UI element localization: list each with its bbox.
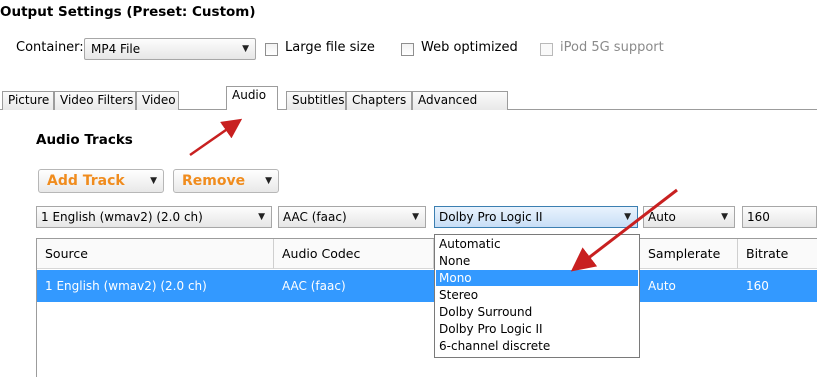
audio-tracks-title: Audio Tracks — [36, 132, 133, 148]
chevron-down-icon: ▼ — [624, 212, 631, 222]
add-track-label: Add Track — [47, 173, 125, 189]
tab-picture[interactable]: Picture — [2, 91, 54, 110]
mixdown-option-mono[interactable]: Mono — [436, 270, 638, 286]
column-header-source[interactable]: Source — [37, 239, 274, 269]
chevron-down-icon: ▼ — [258, 212, 265, 222]
large-file-size-checkbox[interactable] — [265, 43, 278, 56]
row-codec: AAC (faac) — [282, 279, 346, 293]
codec-select-value: AAC (faac) — [283, 210, 347, 224]
add-track-button[interactable]: Add Track ▼ — [38, 169, 164, 193]
web-optimized-label: Web optimized — [421, 40, 518, 55]
chevron-down-icon: ▼ — [150, 176, 157, 186]
tab-audio[interactable]: Audio — [226, 86, 278, 110]
web-optimized-checkbox[interactable] — [401, 43, 414, 56]
column-header-audio-codec[interactable]: Audio Codec — [274, 239, 434, 269]
remove-button[interactable]: Remove ▼ — [173, 169, 279, 193]
samplerate-select[interactable]: Auto ▼ — [643, 206, 735, 228]
chevron-down-icon: ▼ — [242, 44, 249, 54]
output-settings-title: Output Settings (Preset: Custom) — [0, 4, 256, 20]
large-file-size-label: Large file size — [285, 40, 375, 55]
source-select[interactable]: 1 English (wmav2) (2.0 ch) ▼ — [36, 206, 272, 228]
row-bitrate: 160 — [746, 279, 769, 293]
ipod-support-checkbox[interactable] — [540, 43, 553, 56]
mixdown-option-dolby-surround[interactable]: Dolby Surround — [436, 304, 638, 320]
container-select-value: MP4 File — [91, 42, 141, 56]
tab-advanced[interactable]: Advanced — [412, 91, 508, 110]
tab-subtitles[interactable]: Subtitles — [286, 91, 346, 110]
tab-video[interactable]: Video — [136, 91, 179, 110]
samplerate-select-value: Auto — [648, 210, 676, 224]
row-source: 1 English (wmav2) (2.0 ch) — [45, 279, 207, 293]
mixdown-option-none[interactable]: None — [436, 253, 638, 269]
ipod-support-label: iPod 5G support — [560, 40, 664, 55]
mixdown-option-dolby-pro-logic-ii[interactable]: Dolby Pro Logic II — [436, 321, 638, 337]
source-select-value: 1 English (wmav2) (2.0 ch) — [41, 210, 203, 224]
container-label: Container: — [16, 40, 84, 55]
bitrate-select[interactable]: 160 — [742, 206, 817, 228]
codec-select[interactable]: AAC (faac) ▼ — [278, 206, 426, 228]
tab-chapters[interactable]: Chapters — [346, 91, 412, 110]
chevron-down-icon: ▼ — [721, 212, 728, 222]
column-header-samplerate[interactable]: Samplerate — [640, 239, 738, 269]
mixdown-select-value: Dolby Pro Logic II — [439, 210, 543, 224]
mixdown-option-automatic[interactable]: Automatic — [436, 236, 638, 252]
row-samplerate: Auto — [648, 279, 676, 293]
annotation-arrow-audio-tab — [189, 118, 243, 157]
bitrate-select-value: 160 — [747, 210, 770, 224]
tab-video-filters[interactable]: Video Filters — [54, 91, 136, 110]
mixdown-dropdown-list: Automatic None Mono Stereo Dolby Surroun… — [434, 234, 640, 358]
remove-label: Remove — [182, 173, 246, 189]
mixdown-option-6-channel-discrete[interactable]: 6-channel discrete — [436, 338, 638, 354]
mixdown-select[interactable]: Dolby Pro Logic II ▼ — [434, 206, 638, 228]
mixdown-option-stereo[interactable]: Stereo — [436, 287, 638, 303]
chevron-down-icon: ▼ — [265, 176, 272, 186]
chevron-down-icon: ▼ — [412, 212, 419, 222]
column-header-bitrate[interactable]: Bitrate — [738, 239, 817, 269]
container-select[interactable]: MP4 File ▼ — [84, 38, 256, 60]
